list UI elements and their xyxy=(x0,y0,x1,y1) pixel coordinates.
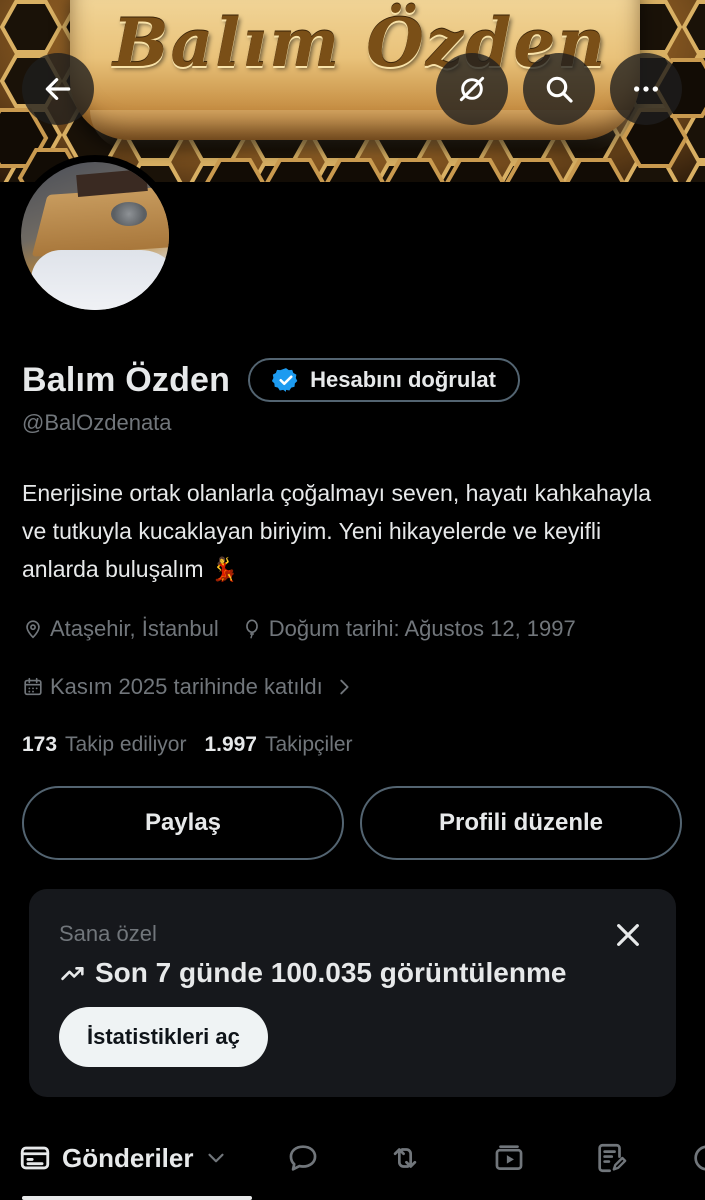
open-analytics-label: İstatistikleri aç xyxy=(87,1024,240,1049)
profile-tabs: Gönderiler xyxy=(0,1130,705,1200)
tab-reposts[interactable] xyxy=(388,1138,422,1178)
grok-icon xyxy=(459,76,485,102)
arrow-left-icon xyxy=(45,78,71,100)
joined-text: Kasım 2025 tarihinde katıldı xyxy=(50,674,323,699)
tab-posts-label: Gönderiler xyxy=(62,1142,194,1173)
search-button[interactable] xyxy=(523,53,595,125)
profile-handle: @BalOzdenata xyxy=(22,410,172,435)
edit-profile-button[interactable]: Profili düzenle xyxy=(360,786,682,860)
analytics-promo-card: Sana özel Son 7 günde 100.035 görüntülen… xyxy=(29,889,676,1097)
tab-articles[interactable] xyxy=(594,1138,628,1178)
profile-meta-row: Ataşehir, İstanbul Doğum tarihi: Ağustos… xyxy=(22,616,598,642)
active-tab-indicator xyxy=(22,1196,252,1200)
calendar-icon xyxy=(24,677,42,696)
edit-profile-label: Profili düzenle xyxy=(438,809,603,836)
chat-bubble-icon xyxy=(694,1145,705,1171)
birthday-item: Doğum tarihi: Ağustos 12, 1997 xyxy=(241,616,576,642)
location-item: Ataşehir, İstanbul xyxy=(22,616,219,642)
more-horizontal-icon xyxy=(634,86,658,92)
article-icon xyxy=(598,1143,627,1173)
profile-bio: Enerjisine ortak olanlarla çoğalmayı sev… xyxy=(22,480,652,582)
grok-button[interactable] xyxy=(436,53,508,125)
tab-media[interactable] xyxy=(492,1138,526,1178)
location-pin-icon xyxy=(26,620,40,639)
more-button[interactable] xyxy=(610,53,682,125)
close-icon[interactable] xyxy=(612,919,644,951)
repost-icon xyxy=(393,1148,417,1168)
joined-item[interactable]: Kasım 2025 tarihinde katıldı xyxy=(22,674,355,700)
video-icon xyxy=(495,1145,523,1170)
following-count: 173 xyxy=(22,733,58,756)
share-button[interactable]: Paylaş xyxy=(22,786,344,860)
promo-label: Sana özel xyxy=(59,921,157,946)
location-text: Ataşehir, İstanbul xyxy=(50,616,219,641)
tab-highlights[interactable] xyxy=(690,1138,705,1178)
open-analytics-button[interactable]: İstatistikleri aç xyxy=(59,1007,268,1067)
trending-up-icon xyxy=(61,967,84,981)
profile-banner[interactable]: Balım Özden xyxy=(0,0,705,182)
chevron-down-icon xyxy=(208,1153,225,1163)
share-label: Paylaş xyxy=(144,809,222,836)
verified-badge-icon xyxy=(272,368,298,392)
joined-row[interactable]: Kasım 2025 tarihinde katıldı xyxy=(22,674,377,700)
following-link[interactable]: 173 Takip ediliyor xyxy=(22,733,186,757)
birthday-text: Doğum tarihi: Ağustos 12, 1997 xyxy=(268,616,576,641)
tab-posts[interactable]: Gönderiler xyxy=(18,1138,229,1178)
posts-icon xyxy=(20,1146,50,1170)
profile-page: Balım Özden Balım Özden Hesabını doğrula… xyxy=(0,0,705,1200)
promo-stat-text: Son 7 günde 100.035 görüntülenme xyxy=(95,957,567,988)
back-button[interactable] xyxy=(22,53,94,125)
honeycomb-bottom xyxy=(0,58,705,182)
followers-link[interactable]: 1.997 Takipçiler xyxy=(204,733,352,757)
verify-account-label: Hesabını doğrulat xyxy=(310,367,496,392)
profile-name: Balım Özden xyxy=(22,360,231,399)
avatar-image xyxy=(21,162,169,310)
tab-replies[interactable] xyxy=(286,1138,320,1178)
verify-account-button[interactable]: Hesabını doğrulat xyxy=(248,358,520,402)
search-icon xyxy=(546,76,573,103)
avatar[interactable] xyxy=(14,155,176,317)
name-row: Balım Özden Hesabını doğrulat xyxy=(22,358,520,402)
followers-label: Takipçiler xyxy=(265,733,353,756)
chevron-right-icon xyxy=(340,679,349,695)
promo-stat: Son 7 günde 100.035 görüntülenme xyxy=(59,957,566,989)
reply-icon xyxy=(289,1145,317,1171)
follow-stats: 173 Takip ediliyor 1.997 Takipçiler xyxy=(22,733,363,757)
balloon-icon xyxy=(245,619,258,639)
followers-count: 1.997 xyxy=(204,733,257,756)
following-label: Takip ediliyor xyxy=(65,733,187,756)
